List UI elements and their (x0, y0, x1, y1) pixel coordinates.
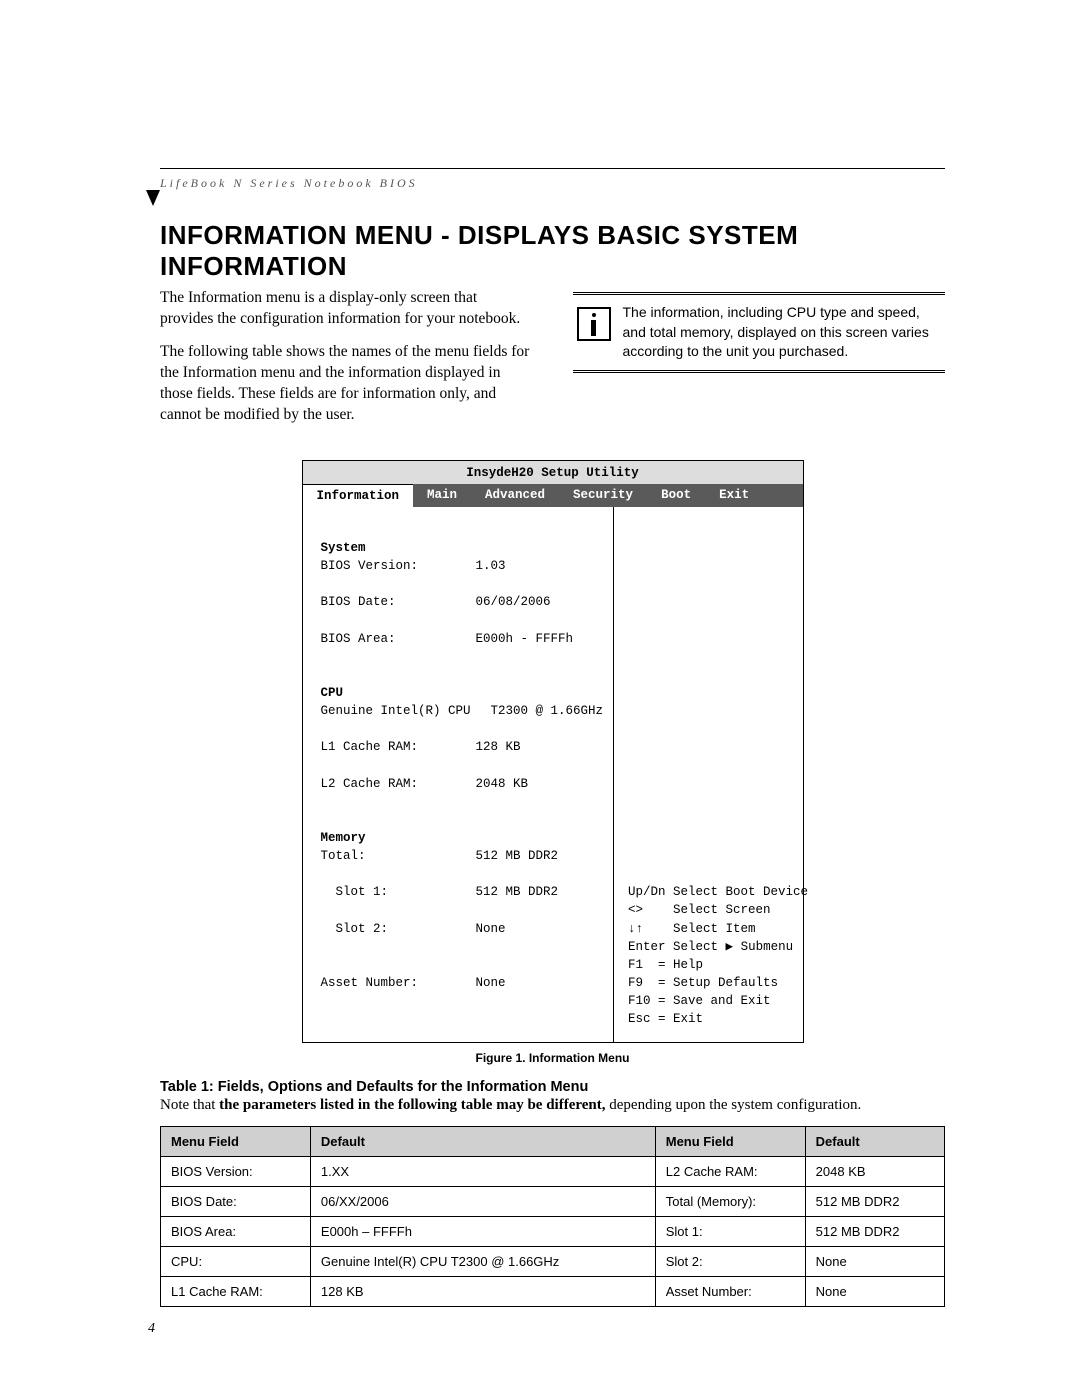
bios-tab-exit[interactable]: Exit (705, 484, 763, 507)
bios-help-line: Esc = Exit (628, 1010, 808, 1028)
bios-help-line: Up/Dn Select Boot Device (628, 883, 808, 901)
bios-tab-security[interactable]: Security (559, 484, 647, 507)
bios-help-line: Enter Select ▶ Submenu (628, 938, 808, 956)
bios-label: L2 Cache RAM: (321, 775, 476, 793)
figure-caption: Figure 1. Information Menu (160, 1051, 945, 1065)
bios-value: T2300 @ 1.66GHz (491, 702, 604, 720)
bios-tab-main[interactable]: Main (413, 484, 471, 507)
table-cell: E000h – FFFFh (310, 1217, 655, 1247)
table-cell: BIOS Date: (161, 1187, 311, 1217)
bios-tab-boot[interactable]: Boot (647, 484, 705, 507)
bios-label: Slot 1: (321, 883, 476, 901)
table-header: Menu Field (655, 1127, 805, 1157)
bios-label: BIOS Date: (321, 593, 476, 611)
bios-help-line: F9 = Setup Defaults (628, 974, 808, 992)
bios-label: BIOS Area: (321, 630, 476, 648)
table-cell: Slot 1: (655, 1217, 805, 1247)
bios-label: Total: (321, 847, 476, 865)
info-icon (577, 307, 611, 341)
bios-value: E000h - FFFFh (476, 630, 604, 648)
page-title: INFORMATION MENU - DISPLAYS BASIC SYSTEM… (160, 220, 945, 282)
bios-left-pane: System BIOS Version:1.03 BIOS Date:06/08… (303, 507, 615, 1043)
bios-section-cpu: CPU (321, 686, 344, 700)
bios-utility-title: InsydeH20 Setup Utility (303, 461, 803, 484)
table-header-row: Menu Field Default Menu Field Default (161, 1127, 945, 1157)
intro-p2: The following table shows the names of t… (160, 342, 533, 426)
bios-tab-information[interactable]: Information (303, 484, 414, 507)
table-cell: BIOS Area: (161, 1217, 311, 1247)
info-note-box: The information, including CPU type and … (573, 292, 946, 373)
bios-value: None (476, 920, 604, 938)
table-title: Table 1: Fields, Options and Defaults fo… (160, 1079, 945, 1095)
table-note-prefix: Note that (160, 1097, 219, 1113)
bios-value: 2048 KB (476, 775, 604, 793)
table-cell: L2 Cache RAM: (655, 1157, 805, 1187)
info-note-text: The information, including CPU type and … (623, 303, 942, 362)
bios-help-pane: Up/Dn Select Boot Device <> Select Scree… (614, 507, 818, 1043)
bios-label: Slot 2: (321, 920, 476, 938)
bios-section-memory: Memory (321, 831, 366, 845)
table-note: Note that the parameters listed in the f… (160, 1097, 945, 1114)
fields-table: Menu Field Default Menu Field Default BI… (160, 1126, 945, 1307)
bios-tab-bar: Information Main Advanced Security Boot … (303, 484, 803, 507)
running-head: LifeBook N Series Notebook BIOS (160, 176, 418, 191)
table-row: L1 Cache RAM: 128 KB Asset Number: None (161, 1277, 945, 1307)
table-cell: 06/XX/2006 (310, 1187, 655, 1217)
bios-help-line: F1 = Help (628, 956, 808, 974)
table-cell: None (805, 1277, 944, 1307)
table-row: BIOS Version: 1.XX L2 Cache RAM: 2048 KB (161, 1157, 945, 1187)
bios-label: BIOS Version: (321, 557, 476, 575)
table-cell: 2048 KB (805, 1157, 944, 1187)
bios-section-system: System (321, 541, 366, 555)
bios-value: 128 KB (476, 738, 604, 756)
table-header: Default (805, 1127, 944, 1157)
bios-tab-advanced[interactable]: Advanced (471, 484, 559, 507)
intro-right-column: The information, including CPU type and … (573, 288, 946, 438)
bios-value: 512 MB DDR2 (476, 847, 604, 865)
table-cell: L1 Cache RAM: (161, 1277, 311, 1307)
table-header: Menu Field (161, 1127, 311, 1157)
table-cell: 512 MB DDR2 (805, 1187, 944, 1217)
bios-label: L1 Cache RAM: (321, 738, 476, 756)
page-number: 4 (148, 1321, 155, 1337)
table-note-suffix: depending upon the system configuration. (606, 1097, 862, 1113)
table-row: BIOS Area: E000h – FFFFh Slot 1: 512 MB … (161, 1217, 945, 1247)
table-cell: CPU: (161, 1247, 311, 1277)
table-cell: 128 KB (310, 1277, 655, 1307)
bios-help-line: ↓↑ Select Item (628, 920, 808, 938)
bios-help-line: <> Select Screen (628, 901, 808, 919)
table-cell: Asset Number: (655, 1277, 805, 1307)
side-marker-icon (146, 190, 160, 206)
table-cell: BIOS Version: (161, 1157, 311, 1187)
table-cell: 512 MB DDR2 (805, 1217, 944, 1247)
bios-label: Genuine Intel(R) CPU (321, 702, 491, 720)
bios-figure: InsydeH20 Setup Utility Information Main… (302, 460, 804, 1044)
table-header: Default (310, 1127, 655, 1157)
bios-value: 06/08/2006 (476, 593, 604, 611)
table-row: CPU: Genuine Intel(R) CPU T2300 @ 1.66GH… (161, 1247, 945, 1277)
table-cell: Total (Memory): (655, 1187, 805, 1217)
bios-value: 512 MB DDR2 (476, 883, 604, 901)
table-cell: 1.XX (310, 1157, 655, 1187)
table-note-bold: the parameters listed in the following t… (219, 1097, 605, 1113)
bios-help-line: F10 = Save and Exit (628, 992, 808, 1010)
header-rule (160, 168, 945, 169)
table-cell: Genuine Intel(R) CPU T2300 @ 1.66GHz (310, 1247, 655, 1277)
bios-label: Asset Number: (321, 974, 476, 992)
bios-value: 1.03 (476, 557, 604, 575)
table-cell: None (805, 1247, 944, 1277)
table-row: BIOS Date: 06/XX/2006 Total (Memory): 51… (161, 1187, 945, 1217)
intro-left-column: The Information menu is a display-only s… (160, 288, 533, 438)
bios-value: None (476, 974, 604, 992)
table-cell: Slot 2: (655, 1247, 805, 1277)
intro-p1: The Information menu is a display-only s… (160, 288, 533, 330)
